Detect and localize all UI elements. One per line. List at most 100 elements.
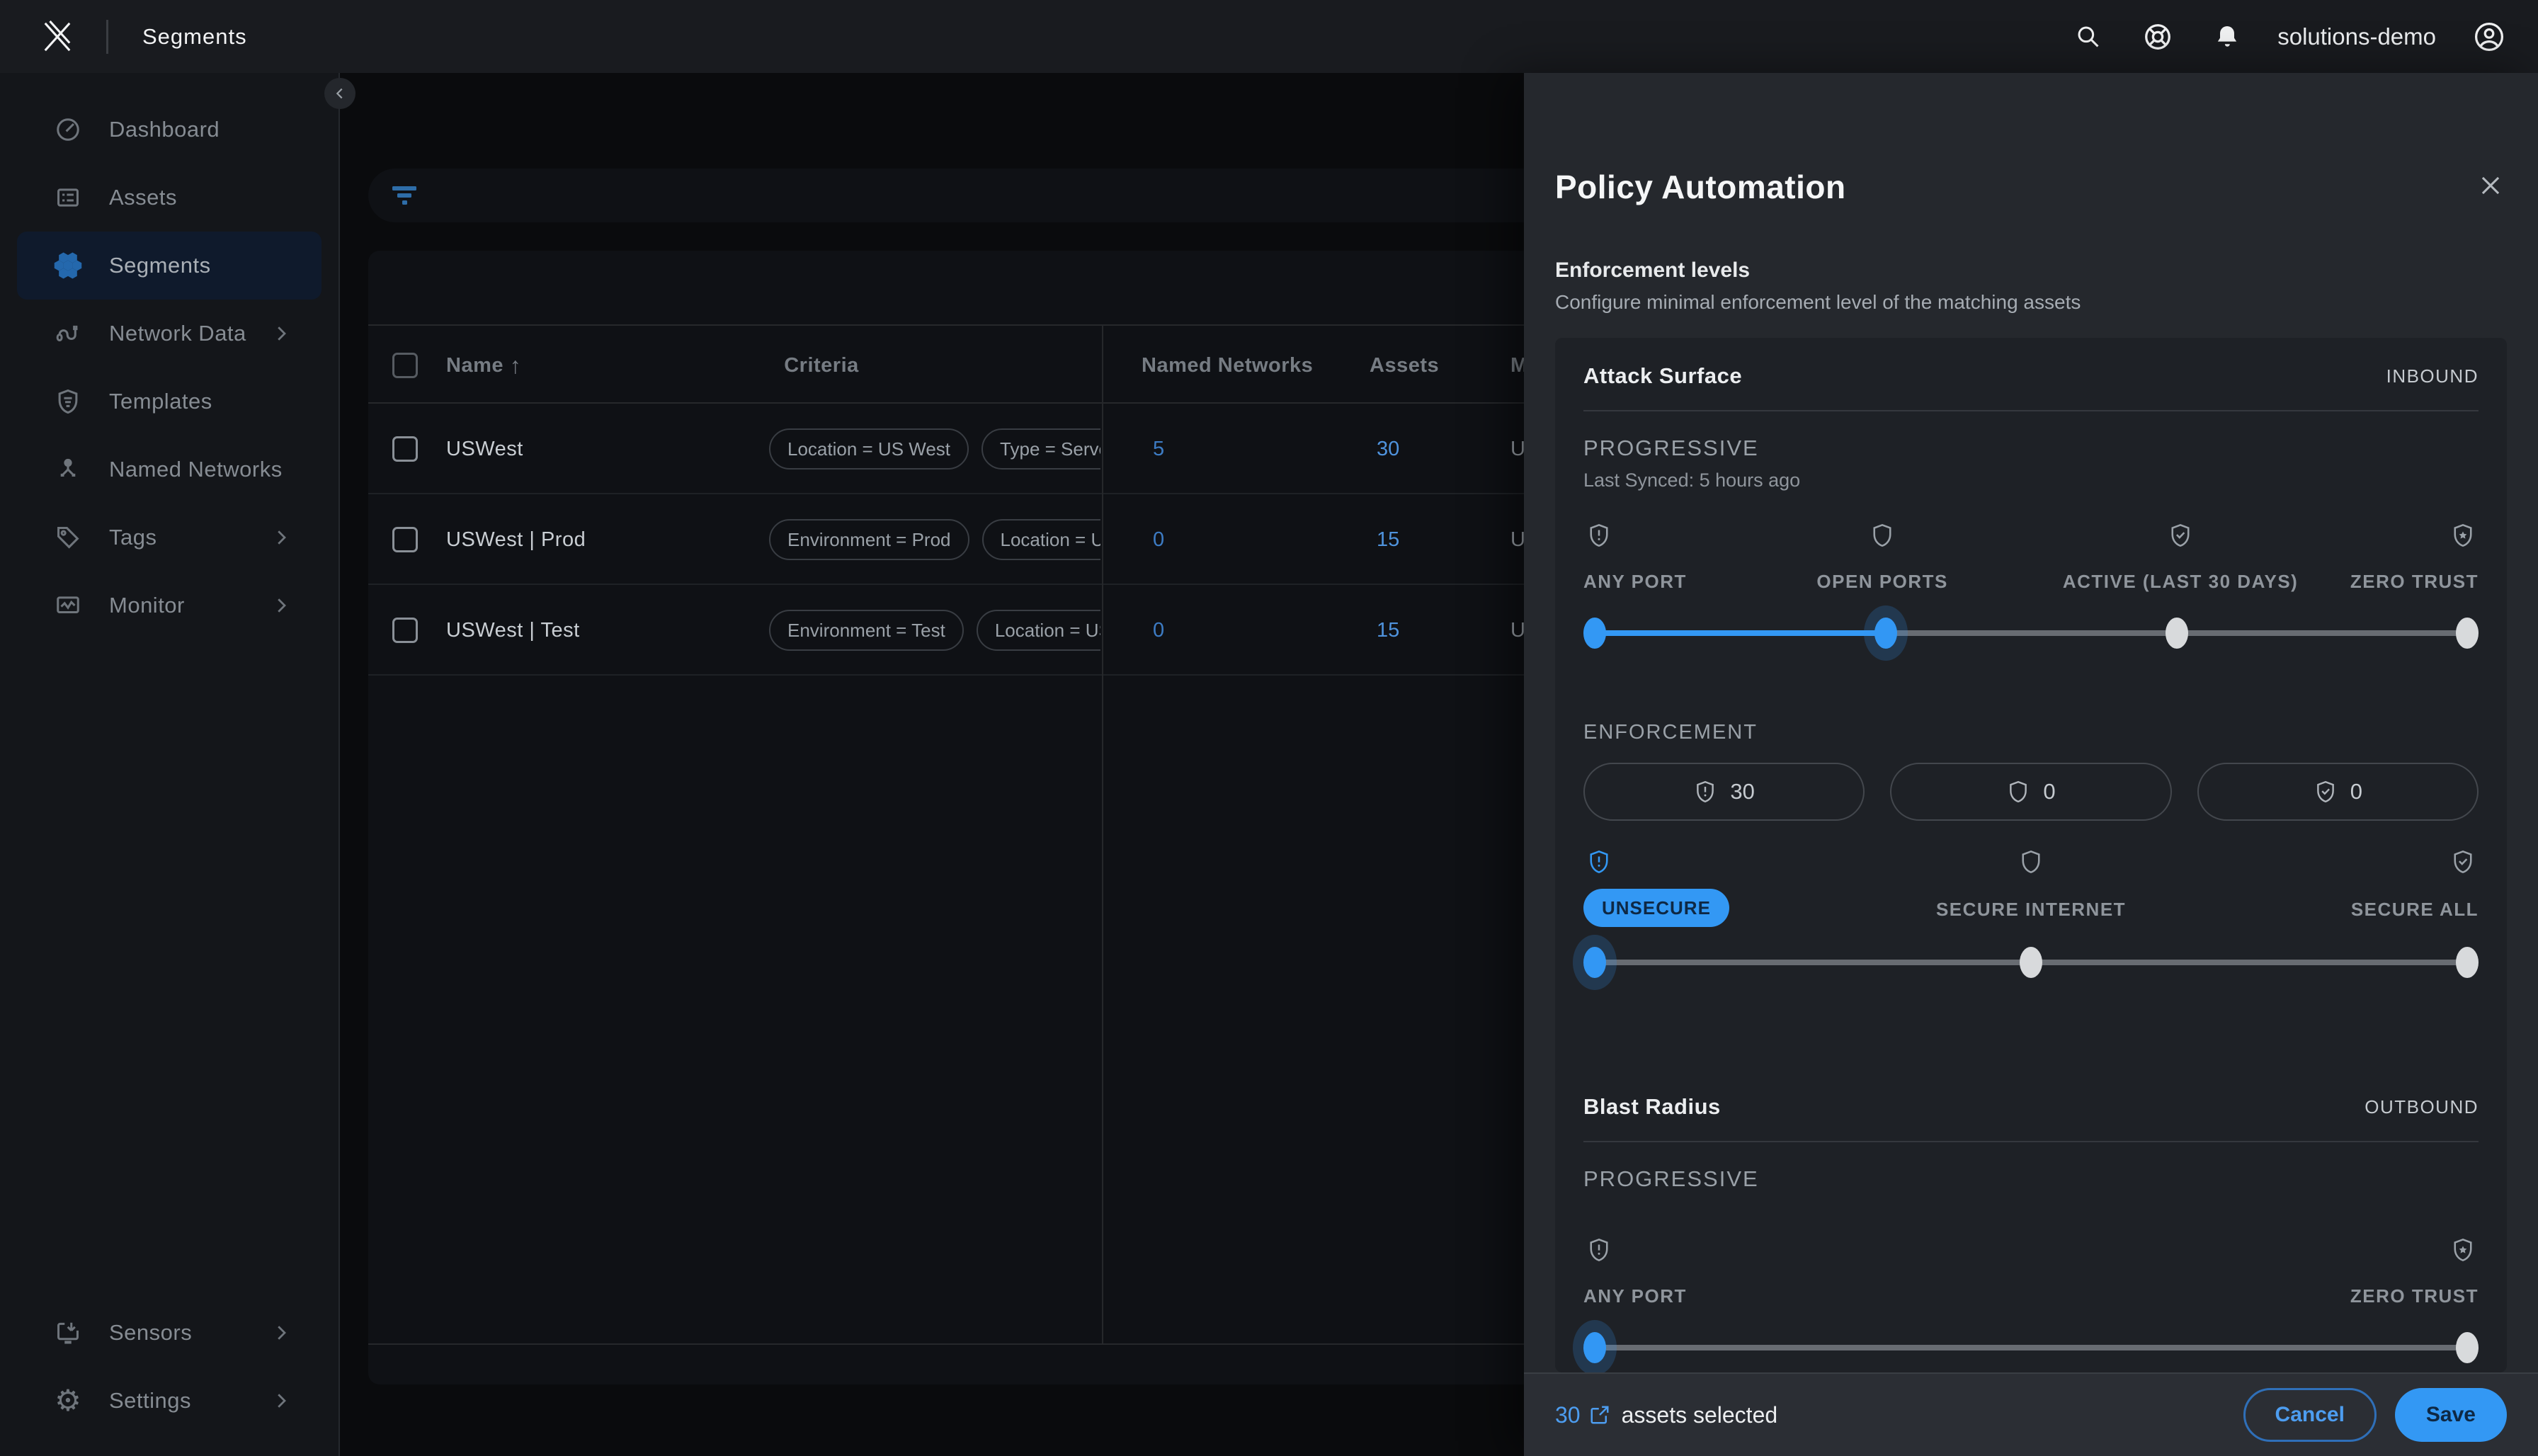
column-header-name[interactable]: Name ↑ bbox=[446, 326, 521, 405]
column-header-criteria[interactable]: Criteria bbox=[751, 326, 892, 405]
card-divider bbox=[1583, 410, 2479, 411]
slider-knob-active[interactable] bbox=[1583, 947, 1606, 978]
slider-knob[interactable] bbox=[2456, 947, 2479, 978]
criteria-chips: Environment = Test Location = US bbox=[769, 585, 1100, 676]
sidebar-item-named-networks[interactable]: Named Networks bbox=[17, 436, 321, 504]
blast-radius-title: Blast Radius bbox=[1583, 1094, 1721, 1120]
selected-assets-link[interactable]: 30 bbox=[1555, 1402, 1610, 1428]
stop-label-open-ports: OPEN PORTS bbox=[1816, 571, 1947, 593]
search-icon[interactable] bbox=[2075, 23, 2102, 50]
row-checkbox[interactable] bbox=[392, 585, 418, 676]
sidebar-item-sensors[interactable]: Sensors bbox=[17, 1299, 321, 1367]
outbound-label: OUTBOUND bbox=[2365, 1096, 2479, 1118]
filter-funnel-icon[interactable] bbox=[391, 183, 419, 207]
attack-surface-title: Attack Surface bbox=[1583, 363, 1742, 389]
named-networks-count[interactable]: 0 bbox=[1153, 494, 1164, 585]
external-link-icon bbox=[1589, 1404, 1610, 1426]
gear-icon: ⚙ bbox=[54, 1387, 82, 1415]
slider-knob-active[interactable] bbox=[1583, 1332, 1606, 1363]
select-all-checkbox[interactable] bbox=[392, 326, 418, 405]
slider-knob[interactable] bbox=[2456, 618, 2479, 649]
card-divider bbox=[1583, 1141, 2479, 1142]
help-lifering-icon[interactable] bbox=[2143, 22, 2173, 52]
sidebar-collapse-button[interactable] bbox=[324, 78, 355, 109]
criteria-chips: Location = US West Type = Server bbox=[769, 404, 1100, 494]
slider-knob[interactable] bbox=[2456, 1332, 2479, 1363]
enforcement-label: ENFORCEMENT bbox=[1583, 721, 2479, 744]
row-checkbox[interactable] bbox=[392, 404, 418, 494]
notifications-bell-icon[interactable] bbox=[2214, 23, 2241, 50]
shield-exclaim-icon bbox=[1586, 1237, 1612, 1263]
segment-name: USWest | Prod bbox=[446, 494, 586, 585]
attack-surface-card: Attack Surface INBOUND PROGRESSIVE Last … bbox=[1555, 338, 2507, 1117]
criteria-chip: Location = US bbox=[982, 519, 1100, 560]
attack-surface-slider: ANY PORT OPEN PORTS ACTIVE (LAST 30 DAYS… bbox=[1583, 523, 2479, 676]
last-synced-label: Last Synced: 5 hours ago bbox=[1583, 470, 2479, 491]
named-networks-count[interactable]: 0 bbox=[1153, 585, 1164, 676]
close-icon[interactable] bbox=[2477, 172, 2504, 199]
save-button[interactable]: Save bbox=[2395, 1388, 2507, 1442]
account-name: solutions-demo bbox=[2277, 23, 2436, 50]
segment-name: USWest | Test bbox=[446, 585, 580, 676]
cancel-button[interactable]: Cancel bbox=[2243, 1388, 2377, 1442]
selected-assets-label: assets selected bbox=[1622, 1402, 1778, 1428]
slider-knob[interactable] bbox=[2020, 947, 2042, 978]
sidebar-item-settings[interactable]: ⚙ Settings bbox=[17, 1367, 321, 1435]
stop-label-zero-trust: ZERO TRUST bbox=[2350, 571, 2479, 593]
sidebar: Dashboard Assets bbox=[0, 73, 340, 1456]
sidebar-item-tags[interactable]: Tags bbox=[17, 504, 321, 571]
column-divider bbox=[1102, 324, 1103, 1345]
assets-count[interactable]: 30 bbox=[1377, 404, 1399, 494]
named-networks-node-icon bbox=[54, 456, 82, 483]
app-logo-icon bbox=[41, 19, 74, 55]
enforcement-count-unsecure[interactable]: 30 bbox=[1583, 763, 1865, 821]
unsecure-badge: UNSECURE bbox=[1583, 889, 1729, 927]
sidebar-item-assets[interactable]: Assets bbox=[17, 164, 321, 232]
shield-check-icon bbox=[2450, 849, 2476, 875]
sort-arrow-icon: ↑ bbox=[510, 353, 522, 379]
templates-shield-icon bbox=[54, 388, 82, 415]
progressive-label: PROGRESSIVE bbox=[1583, 1166, 2479, 1192]
assets-count[interactable]: 15 bbox=[1377, 585, 1399, 676]
slider-knob[interactable] bbox=[2166, 618, 2188, 649]
shield-icon bbox=[2018, 849, 2044, 875]
sidebar-item-dashboard[interactable]: Dashboard bbox=[17, 96, 321, 164]
enforcement-levels-subtitle: Configure minimal enforcement level of t… bbox=[1555, 291, 2081, 314]
sidebar-item-monitor[interactable]: Monitor bbox=[17, 571, 321, 639]
secure-all-label: SECURE ALL bbox=[2351, 899, 2479, 921]
panel-footer: 30 assets selected Cancel Save bbox=[1524, 1372, 2538, 1456]
sidebar-item-templates[interactable]: Templates bbox=[17, 368, 321, 436]
column-header-named-networks[interactable]: Named Networks bbox=[1142, 326, 1313, 405]
shield-exclaim-icon bbox=[1586, 849, 1612, 875]
sidebar-item-segments[interactable]: Segments bbox=[17, 232, 321, 300]
assets-count[interactable]: 15 bbox=[1377, 494, 1399, 585]
slider-track bbox=[1595, 1345, 2467, 1350]
named-networks-count[interactable]: 5 bbox=[1153, 404, 1164, 494]
enforcement-levels-title: Enforcement levels bbox=[1555, 258, 1750, 283]
sidebar-item-network-data[interactable]: Network Data bbox=[17, 300, 321, 368]
slider-knob-active[interactable] bbox=[1874, 618, 1897, 649]
page-title: Segments bbox=[142, 24, 247, 50]
chevron-right-icon bbox=[271, 595, 292, 616]
enforcement-count-secure-all[interactable]: 0 bbox=[2197, 763, 2479, 821]
slider-knob[interactable] bbox=[1583, 618, 1606, 649]
criteria-chip: Environment = Prod bbox=[769, 519, 969, 560]
blast-radius-card: Blast Radius OUTBOUND PROGRESSIVE ANY PO… bbox=[1555, 1069, 2507, 1372]
slider-track bbox=[1595, 960, 2467, 965]
dashboard-gauge-icon bbox=[54, 116, 82, 143]
slider-track bbox=[1595, 630, 2467, 636]
truncated-cell: U bbox=[1510, 585, 1525, 676]
row-checkbox[interactable] bbox=[392, 494, 418, 585]
shield-check-icon bbox=[2168, 523, 2193, 548]
truncated-cell: U bbox=[1510, 404, 1525, 494]
criteria-chip: Location = US bbox=[977, 610, 1100, 651]
assets-list-icon bbox=[54, 184, 82, 211]
enforcement-count-secure-internet[interactable]: 0 bbox=[1890, 763, 2171, 821]
chevron-right-icon bbox=[271, 1322, 292, 1343]
policy-automation-panel: Policy Automation Enforcement levels Con… bbox=[1524, 73, 2538, 1456]
chevron-right-icon bbox=[271, 527, 292, 548]
shield-exclaim-icon bbox=[1586, 523, 1612, 548]
account-avatar-icon[interactable] bbox=[2473, 21, 2505, 53]
enforcement-slider: UNSECURE SECURE INTERNET SECURE ALL bbox=[1583, 849, 2479, 984]
column-header-assets[interactable]: Assets bbox=[1370, 326, 1439, 405]
